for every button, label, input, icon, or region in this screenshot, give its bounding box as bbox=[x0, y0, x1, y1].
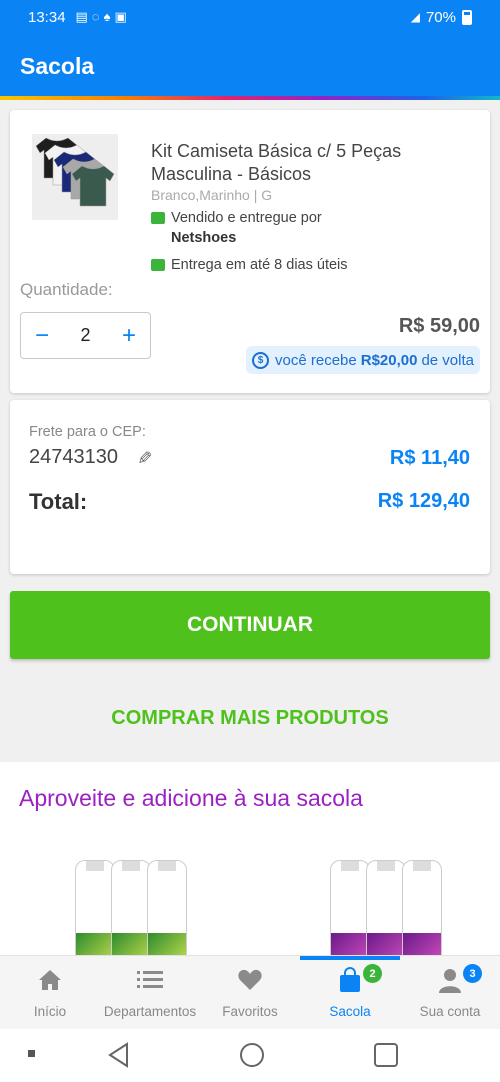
bottom-navigation: Início Departamentos Favoritos 2 Sacola bbox=[0, 955, 500, 1029]
seller-prefix: Vendido e entregue por bbox=[171, 210, 322, 226]
nav-label: Sua conta bbox=[419, 1004, 481, 1019]
rainbow-divider bbox=[0, 96, 500, 100]
product-image[interactable] bbox=[32, 134, 118, 220]
heart-icon bbox=[238, 969, 262, 990]
nav-departamentos[interactable]: Departamentos bbox=[100, 966, 200, 1019]
bag-icon bbox=[340, 967, 360, 992]
calendar-icon bbox=[151, 259, 165, 271]
shirts-illustration bbox=[35, 137, 115, 207]
app-bar: Sacola bbox=[0, 34, 500, 98]
signal-icon: ◢ bbox=[410, 10, 420, 24]
product-price: R$ 59,00 bbox=[398, 315, 480, 337]
nav-favoritos[interactable]: Favoritos bbox=[200, 966, 300, 1019]
nav-label: Departamentos bbox=[103, 1004, 197, 1019]
cep-label: Frete para o CEP: bbox=[29, 424, 146, 440]
notification-icons: ▤ ◌ ♠ ▣ bbox=[76, 9, 127, 25]
quantity-value[interactable]: 2 bbox=[80, 325, 90, 346]
product-card: Kit Camiseta Básica c/ 5 Peças Masculina… bbox=[10, 110, 490, 393]
nav-label: Início bbox=[33, 1004, 67, 1019]
delivery-info: Entrega em até 8 dias úteis bbox=[151, 257, 348, 273]
buy-more-button[interactable]: COMPRAR MAIS PRODUTOS bbox=[0, 698, 500, 738]
product-variant: Branco,Marinho | G bbox=[151, 187, 273, 203]
cashback-value: R$20,00 bbox=[360, 351, 418, 369]
nav-label: Sacola bbox=[329, 1004, 371, 1019]
overview-icon[interactable] bbox=[373, 1042, 399, 1068]
suggestions-section: Aproveite e adicione à sua sacola bbox=[0, 762, 500, 962]
cep-value: 24743130 bbox=[29, 446, 118, 468]
battery-text: 70% bbox=[425, 8, 456, 26]
status-bar: 13:34 ▤ ◌ ♠ ▣ ◢ 70% bbox=[0, 0, 500, 34]
continue-button[interactable]: CONTINUAR bbox=[10, 591, 490, 659]
quantity-label: Quantidade: bbox=[20, 280, 113, 299]
increase-quantity-button[interactable]: + bbox=[122, 323, 136, 348]
nav-sacola[interactable]: 2 Sacola bbox=[300, 964, 400, 1019]
suggestions-title: Aproveite e adicione à sua sacola bbox=[19, 785, 363, 811]
total-label: Total: bbox=[29, 489, 88, 514]
suggested-product-2[interactable] bbox=[330, 850, 450, 960]
page-title: Sacola bbox=[20, 52, 95, 79]
home-button-icon[interactable] bbox=[239, 1042, 265, 1068]
whatsapp-icon: ◌ bbox=[91, 9, 100, 24]
cashback-prefix: você recebe bbox=[275, 351, 357, 369]
store-icon bbox=[151, 212, 165, 224]
total-price: R$ 129,40 bbox=[377, 490, 470, 512]
cashback-suffix: de volta bbox=[421, 351, 474, 369]
app-icon: ♠ bbox=[103, 9, 111, 24]
cep-row: 24743130 ✎ bbox=[29, 446, 154, 469]
active-tab-indicator bbox=[300, 956, 400, 960]
battery-icon bbox=[462, 9, 472, 25]
bag-badge: 2 bbox=[363, 964, 382, 983]
menu-icon bbox=[137, 971, 163, 988]
system-navigation bbox=[0, 1029, 500, 1082]
shipping-price: R$ 11,40 bbox=[389, 447, 470, 469]
home-icon bbox=[39, 970, 61, 990]
notes-icon: ▤ bbox=[75, 9, 88, 24]
seller-info: Vendido e entregue por Netshoes bbox=[151, 208, 322, 248]
gallery-icon: ▣ bbox=[114, 9, 127, 24]
nav-sua-conta[interactable]: 3 Sua conta bbox=[400, 964, 500, 1019]
user-icon bbox=[439, 969, 461, 993]
delivery-text: Entrega em até 8 dias úteis bbox=[171, 257, 348, 273]
nav-label: Favoritos bbox=[222, 1004, 278, 1019]
recents-dot-icon bbox=[28, 1050, 35, 1057]
edit-cep-icon[interactable]: ✎ bbox=[133, 450, 154, 465]
decrease-quantity-button[interactable]: − bbox=[35, 323, 49, 348]
nav-inicio[interactable]: Início bbox=[0, 966, 100, 1019]
account-badge: 3 bbox=[463, 964, 482, 983]
cashback-icon: $ bbox=[252, 351, 270, 369]
quantity-stepper: − 2 + bbox=[20, 312, 151, 359]
product-title[interactable]: Kit Camiseta Básica c/ 5 Peças Masculina… bbox=[151, 140, 451, 186]
status-time: 13:34 bbox=[28, 8, 66, 26]
cashback-badge: $ você recebe R$20,00 de volta bbox=[246, 346, 480, 374]
seller-name: Netshoes bbox=[171, 230, 237, 246]
suggested-product-1[interactable] bbox=[75, 850, 195, 960]
back-icon[interactable] bbox=[107, 1042, 131, 1068]
totals-card: Frete para o CEP: 24743130 ✎ R$ 11,40 To… bbox=[10, 400, 490, 574]
